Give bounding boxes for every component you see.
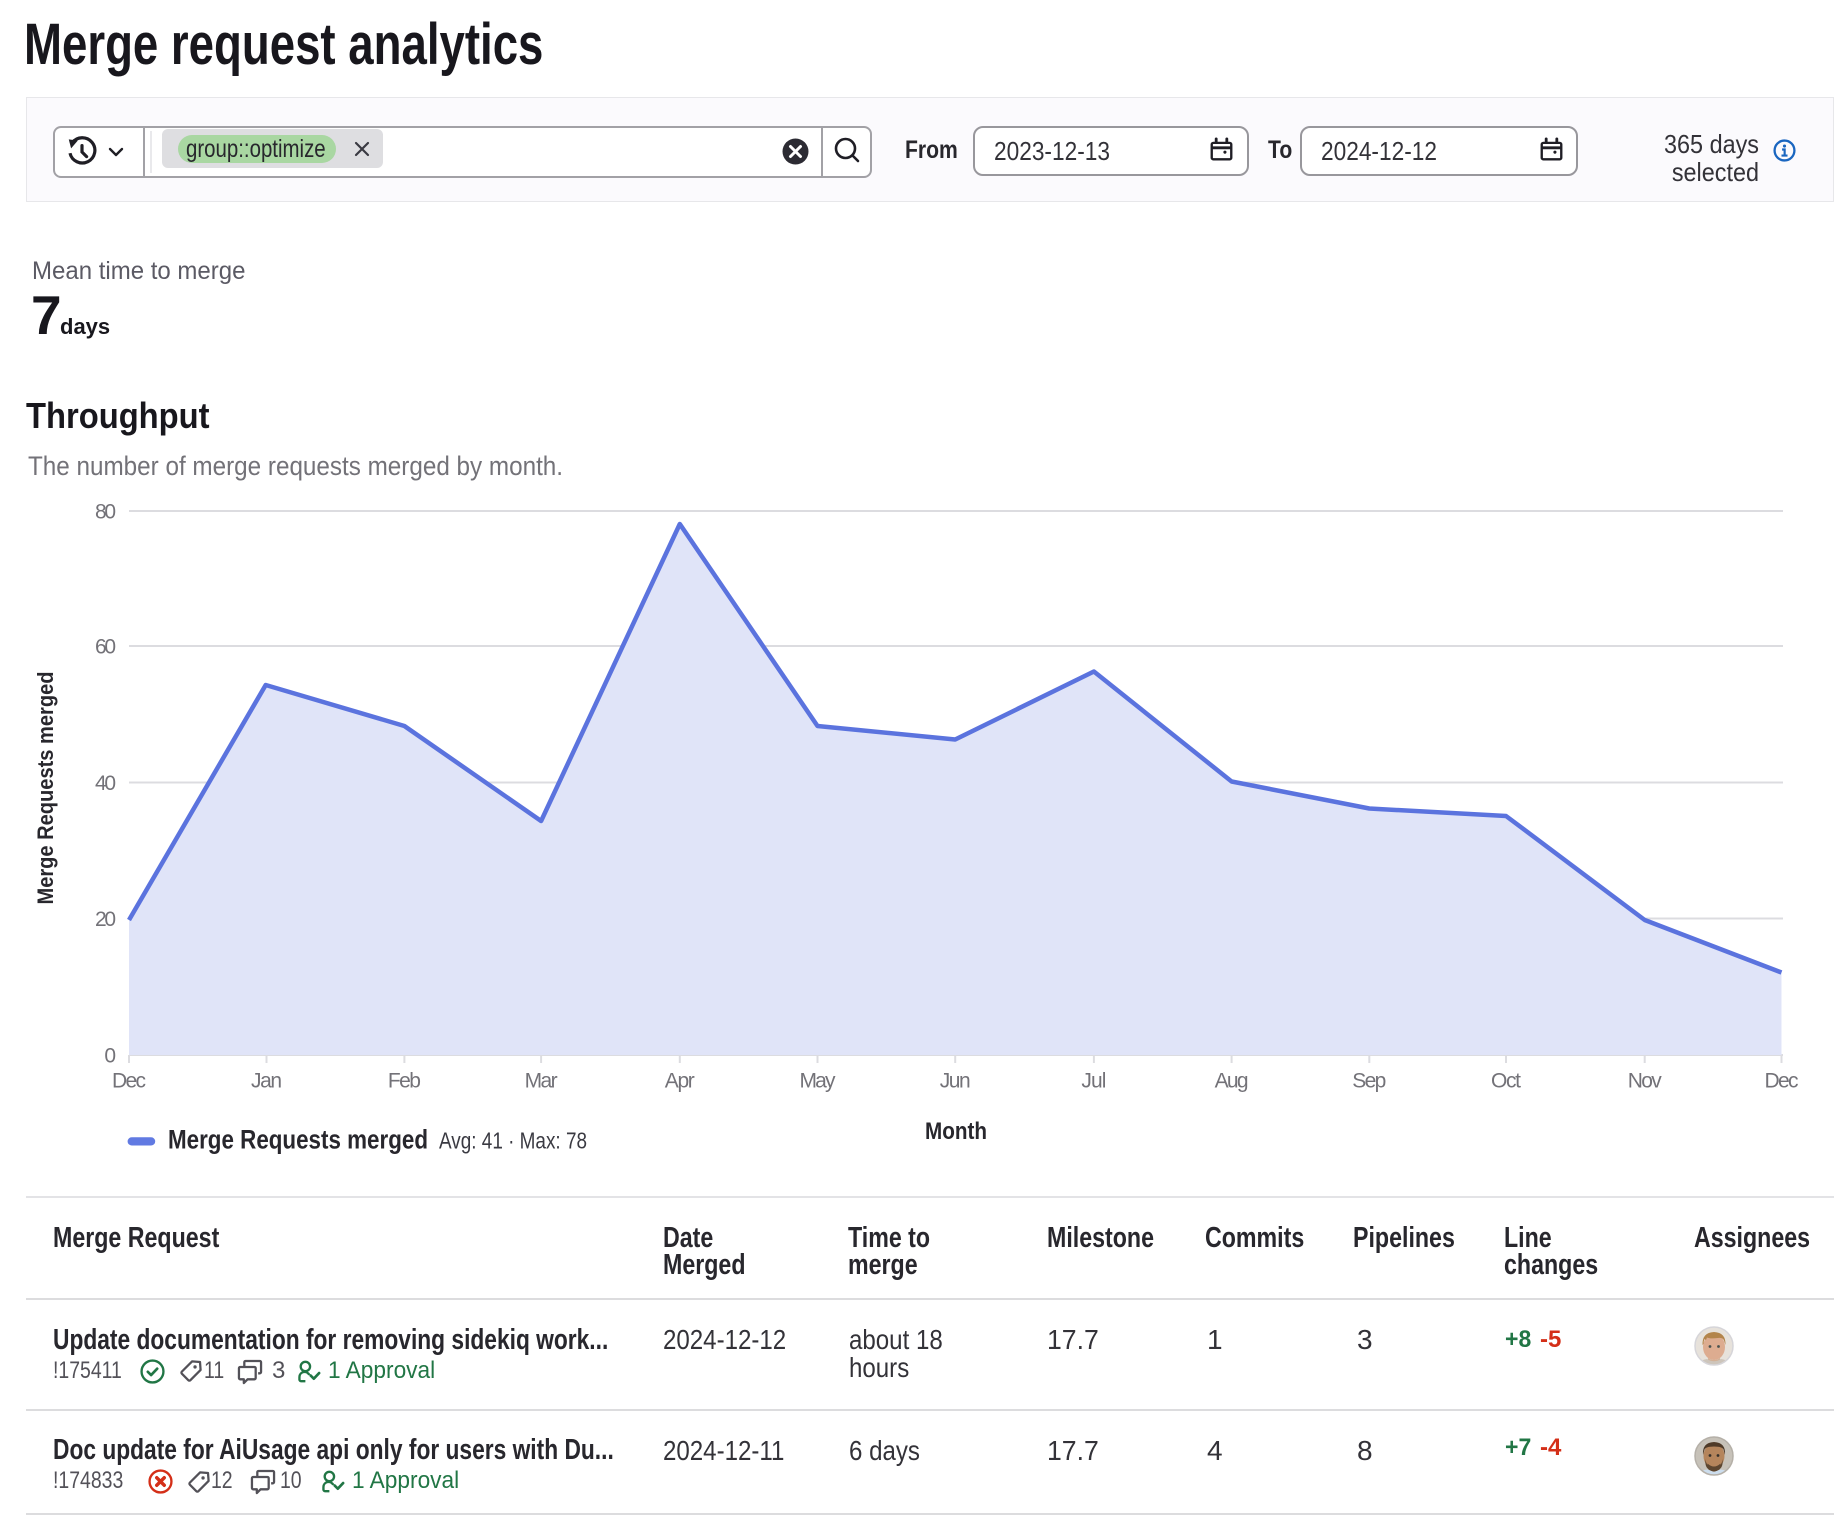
svg-text:Avg: 41 · Max: 78: Avg: 41 · Max: 78 [439,1128,587,1154]
svg-text:Dec: Dec [112,1069,146,1092]
svg-text:Jan: Jan [251,1069,282,1092]
svg-text:Merge Requests merged: Merge Requests merged [168,1125,428,1155]
svg-text:Mar: Mar [525,1069,558,1092]
svg-text:Jun: Jun [940,1069,971,1092]
svg-text:60: 60 [95,636,116,659]
svg-text:Aug: Aug [1215,1069,1249,1092]
svg-text:40: 40 [95,772,116,795]
svg-text:Jul: Jul [1081,1069,1106,1092]
svg-text:Apr: Apr [665,1069,695,1092]
svg-text:Month: Month [925,1118,987,1145]
svg-text:May: May [800,1069,837,1092]
svg-text:Merge Requests merged: Merge Requests merged [33,672,58,905]
svg-text:Oct: Oct [1491,1069,1521,1092]
svg-text:Nov: Nov [1628,1069,1663,1092]
svg-text:20: 20 [95,908,116,931]
svg-text:Sep: Sep [1352,1069,1386,1092]
svg-text:Feb: Feb [388,1069,421,1092]
svg-text:80: 80 [95,501,116,524]
svg-text:Dec: Dec [1765,1069,1799,1092]
svg-text:0: 0 [104,1045,116,1068]
